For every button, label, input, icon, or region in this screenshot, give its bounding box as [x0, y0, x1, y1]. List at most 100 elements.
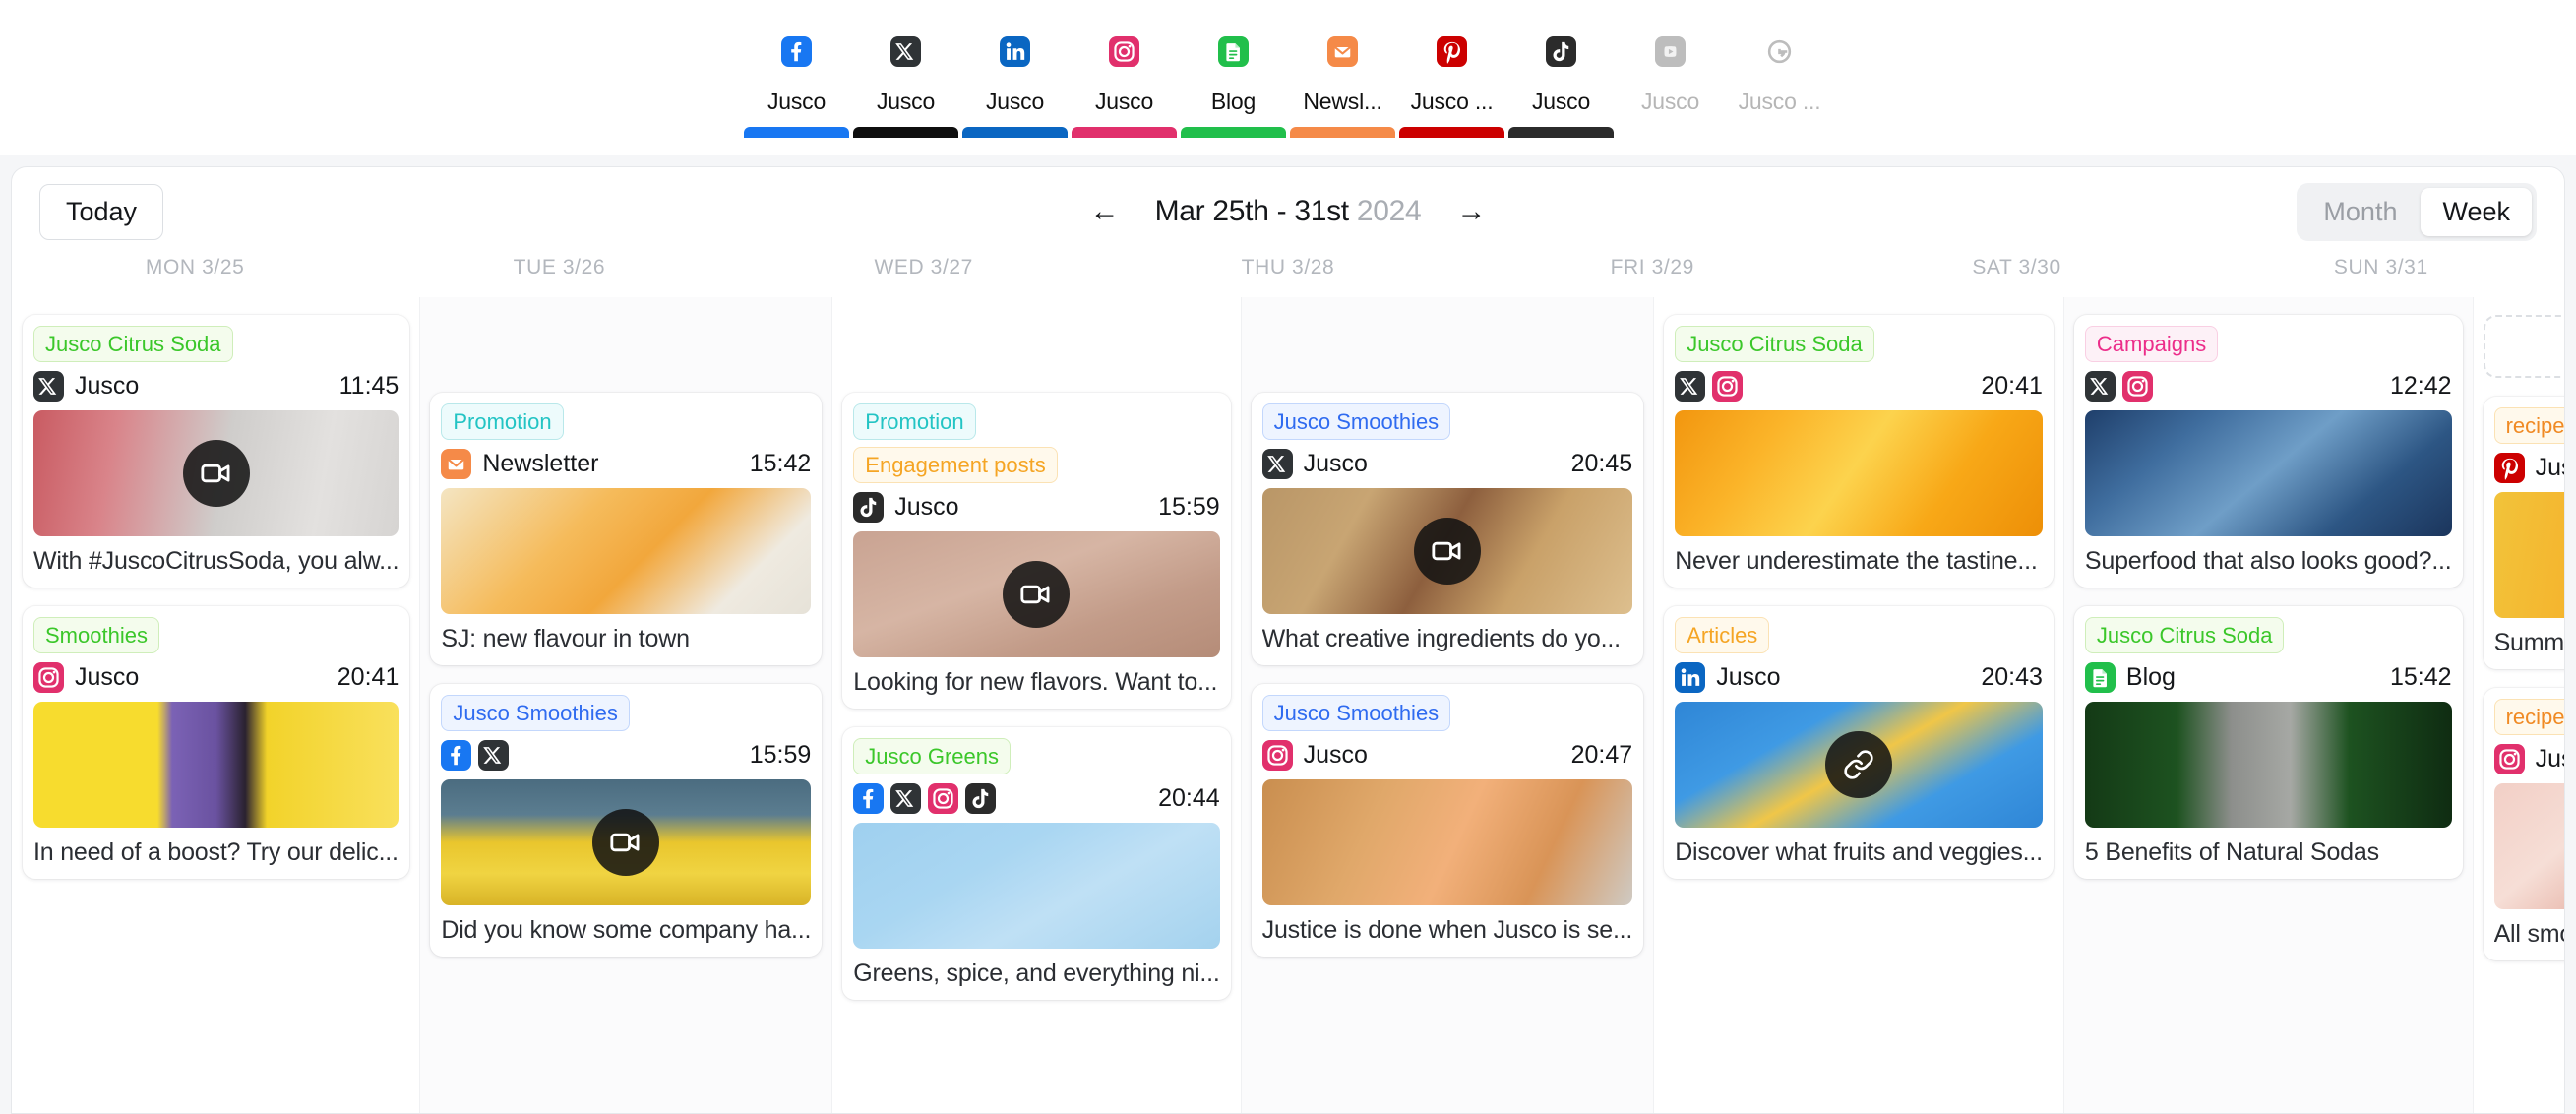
post-card[interactable]: Jusco Citrus Soda Blog 15:42 5 Benefits …	[2073, 606, 2463, 880]
post-thumbnail[interactable]	[2084, 702, 2452, 829]
post-tag[interactable]: Jusco Citrus Soda	[1675, 326, 1874, 363]
post-meta-row: 12:42	[2084, 371, 2452, 402]
post-caption: 5 Benefits of Natural Sodas	[2084, 838, 2379, 867]
previous-week-button[interactable]: ←	[1084, 193, 1126, 230]
date-range-text: Mar 25th - 31st	[1154, 195, 1350, 227]
next-week-button[interactable]: →	[1450, 193, 1492, 230]
post-time: 15:42	[2390, 663, 2452, 692]
post-tag[interactable]: recipes	[2493, 699, 2564, 736]
post-time: 15:59	[749, 741, 812, 770]
channel-tab-8[interactable]: Jusco	[1616, 24, 1725, 133]
channel-tab-3[interactable]: Jusco	[1070, 24, 1179, 138]
channel-tab-7[interactable]: Jusco	[1506, 24, 1616, 138]
post-thumbnail[interactable]	[33, 410, 399, 537]
post-account-name: Newsletter	[482, 450, 599, 478]
post-thumbnail[interactable]	[1261, 488, 1633, 615]
post-thumbnail[interactable]	[2493, 492, 2564, 619]
channel-tab-5[interactable]: Newsl...	[1288, 24, 1397, 138]
post-tag[interactable]: Jusco Smoothies	[1261, 695, 1451, 732]
instagram-icon	[2493, 744, 2525, 775]
channel-tab-label: Blog	[1210, 89, 1257, 114]
post-caption: Did you know some company ha...	[441, 916, 812, 945]
view-mode-toggle: Month Week	[2297, 182, 2537, 241]
post-thumbnail[interactable]	[2084, 410, 2452, 537]
post-thumbnail[interactable]	[33, 702, 399, 829]
view-mode-week[interactable]: Week	[2421, 187, 2532, 236]
day-column-1[interactable]: Promotion Newsletter 15:42 SJ: new flavo…	[420, 297, 833, 1113]
post-tag[interactable]: Engagement posts	[853, 447, 1058, 484]
x-icon	[1261, 449, 1293, 480]
post-card[interactable]: Promotion Engagement posts Jusco 15:59 Lo…	[842, 393, 1231, 710]
post-tag-list: recipes	[2493, 407, 2564, 445]
day-column-2[interactable]: Promotion Engagement posts Jusco 15:59 Lo…	[832, 297, 1242, 1113]
post-time: 20:45	[1570, 450, 1633, 478]
post-tag[interactable]: Jusco Smoothies	[1261, 403, 1451, 441]
newsletter-icon	[441, 449, 472, 480]
post-caption: With #JuscoCitrusSoda, you alw...	[33, 547, 399, 576]
post-tag-list: Jusco Citrus Soda	[33, 326, 399, 363]
post-card[interactable]: Jusco Smoothies 15:59 Did you know some …	[430, 684, 823, 958]
post-card[interactable]: Campaigns 12:42 Superfood that also look…	[2073, 315, 2463, 588]
post-thumbnail[interactable]	[853, 531, 1220, 658]
post-platform-icons	[2493, 744, 2525, 775]
channel-tab-0[interactable]: Jusco	[742, 24, 851, 138]
channel-tab-1[interactable]: Jusco	[851, 24, 960, 138]
day-column-5[interactable]: Campaigns 12:42 Superfood that also look…	[2063, 297, 2474, 1113]
day-column-4[interactable]: Jusco Citrus Soda 20:41 Never underestim…	[1654, 297, 2064, 1113]
post-thumbnail[interactable]	[2493, 783, 2564, 910]
today-button[interactable]: Today	[39, 183, 164, 240]
post-thumbnail[interactable]	[441, 779, 812, 906]
post-platform-icons	[33, 371, 64, 402]
channel-tab-4[interactable]: Blog	[1179, 24, 1288, 138]
post-thumbnail[interactable]	[853, 823, 1220, 950]
post-thumbnail[interactable]	[1675, 410, 2043, 537]
post-card[interactable]: Smoothies Jusco 20:41 In need of a boost…	[23, 606, 410, 880]
post-time: 15:42	[749, 450, 812, 478]
post-tag[interactable]: Campaigns	[2084, 326, 2219, 363]
post-meta-row: Newsletter 15:42	[441, 449, 812, 480]
post-card[interactable]: Jusco Smoothies Jusco 20:45 What creativ…	[1251, 393, 1644, 666]
post-tag[interactable]: Jusco Citrus Soda	[33, 326, 233, 363]
post-card[interactable]: Promotion Newsletter 15:42 SJ: new flavo…	[430, 393, 823, 666]
post-thumbnail[interactable]	[1261, 779, 1633, 906]
day-header-row: MON 3/25 TUE 3/26 WED 3/27 THU 3/28 FRI 3/29…	[12, 256, 2564, 297]
post-card[interactable]: Jusco Citrus Soda Jusco 11:45 With #Jusc…	[23, 315, 410, 588]
day-column-0[interactable]: Jusco Citrus Soda Jusco 11:45 With #Jusc…	[13, 297, 421, 1113]
post-card[interactable]: Jusco Smoothies Jusco 20:47 Justice is d…	[1251, 684, 1644, 958]
post-thumbnail[interactable]	[1675, 702, 2043, 829]
post-meta-row: Jusco 15:59	[853, 492, 1220, 524]
post-meta-row: 20:41	[1675, 371, 2043, 402]
post-card[interactable]: Jusco Citrus Soda 20:41 Never underestim…	[1664, 315, 2054, 588]
post-thumbnail[interactable]	[441, 488, 812, 615]
channel-tab-2[interactable]: Jusco	[960, 24, 1070, 138]
instagram-icon	[928, 783, 959, 815]
channel-tab-6[interactable]: Jusco ...	[1397, 24, 1506, 138]
post-tag[interactable]: Promotion	[853, 403, 976, 441]
post-tag[interactable]: Jusco Greens	[853, 738, 1012, 775]
post-tag[interactable]: recipes	[2493, 407, 2564, 445]
post-tag[interactable]: Promotion	[441, 403, 564, 441]
post-tag[interactable]: Smoothies	[33, 617, 159, 654]
channel-tab-label: Jusco	[1640, 89, 1700, 114]
new-post-button[interactable]: New post	[2483, 315, 2564, 378]
post-tag[interactable]: Jusco Smoothies	[441, 695, 630, 732]
channel-tab-underline	[1290, 127, 1395, 138]
post-card[interactable]: recipes Jusco Soda 15:42 Summer is here,…	[2483, 397, 2564, 670]
day-column-6[interactable]: New post recipes Jusco Soda 15:42 Summer …	[2474, 297, 2564, 1113]
post-card[interactable]: recipes Jusco 21:42 All smoothies are pr…	[2483, 688, 2564, 961]
post-platform-icons	[853, 492, 885, 524]
post-tag[interactable]: Articles	[1675, 617, 1770, 654]
channel-tab-label: Jusco	[876, 89, 936, 114]
day-column-3[interactable]: Jusco Smoothies Jusco 20:45 What creativ…	[1241, 297, 1655, 1113]
view-mode-month[interactable]: Month	[2301, 188, 2419, 236]
post-tag[interactable]: Jusco Citrus Soda	[2084, 617, 2285, 654]
post-card[interactable]: Jusco Greens 20:44 Greens, spice, and ev…	[842, 727, 1231, 1001]
post-caption: Justice is done when Jusco is se...	[1261, 916, 1633, 945]
post-card[interactable]: Articles Jusco 20:43 Discover what fruit…	[1664, 606, 2054, 880]
post-caption: Looking for new flavors. Want to...	[853, 668, 1218, 697]
post-caption: Summer is here, and it's time to ...	[2493, 629, 2564, 657]
post-meta-row: Jusco 20:41	[33, 662, 399, 694]
channel-tab-9[interactable]: Jusco ...	[1725, 24, 1834, 133]
x-icon	[478, 740, 510, 772]
linkedin-icon	[988, 24, 1043, 79]
